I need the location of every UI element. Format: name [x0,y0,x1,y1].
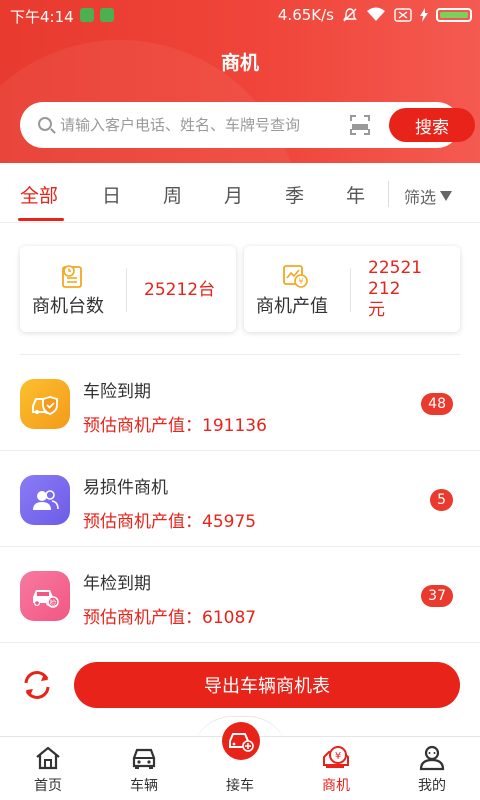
value-label: 商机产值 [256,296,328,317]
search-icon [38,117,52,131]
summary-card-value[interactable]: ¥ 商机产值 22521 212 元 [244,246,460,332]
search-input[interactable] [60,110,330,140]
list-item-wear-parts[interactable]: 易损件商机 预估商机产值：45975 5 [0,451,480,547]
list-item-title: 年检到期 [83,574,151,594]
list-item-annual-inspection[interactable]: 检 年检到期 预估商机产值：61087 37 [0,547,480,643]
list-item-insurance-expiry[interactable]: 车险到期 预估商机产值：191136 48 [0,355,480,451]
nav-vehicles[interactable]: 车辆 [96,737,192,800]
car-icon [132,748,156,769]
receive-car-icon[interactable] [222,722,260,760]
scan-icon[interactable] [350,115,370,135]
count-badge: 48 [421,393,453,415]
count-value: 25212台 [144,280,216,300]
opportunity-icon: ¥ [323,746,349,768]
card-divider [350,268,351,312]
card-divider [126,268,127,312]
svg-text:¥: ¥ [335,751,341,762]
status-right: 4.65K/s [278,6,472,24]
status-bar: 下午4:14 4.65K/s [0,0,480,32]
refresh-icon[interactable] [20,668,54,702]
tab-year[interactable]: 年 [346,181,365,208]
value-line: 元 [368,300,385,320]
nav-label: 接车 [226,778,254,794]
document-clock-icon [62,265,82,288]
value-line: 22521 [368,258,423,278]
list-item-title: 车险到期 [83,382,151,402]
export-button[interactable]: 导出车辆商机表 [74,662,460,708]
search-box[interactable]: 搜索 [20,102,475,148]
tab-all[interactable]: 全部 [20,181,58,208]
value-chart-icon: ¥ [283,265,308,288]
android-icon [100,8,114,22]
value-line: 212 [368,279,401,299]
count-label: 商机台数 [32,296,104,317]
nav-label: 首页 [34,778,62,794]
count-badge: 37 [421,585,453,607]
nav-opportunity[interactable]: ¥ 商机 [288,737,384,800]
list-item-subtitle: 预估商机产值：61087 [83,608,257,628]
nav-profile[interactable]: 我的 [384,737,480,800]
tab-season[interactable]: 季 [285,181,304,208]
users-icon [20,475,70,525]
search-button[interactable]: 搜索 [389,108,475,142]
nav-label: 我的 [418,778,446,794]
car-shield-icon [20,379,70,429]
svg-text:检: 检 [50,598,57,607]
list-item-title: 易损件商机 [83,478,168,498]
list-item-subtitle: 预估商机产值：191136 [83,416,267,436]
filter-triangle-icon [440,191,453,201]
notification-icon [80,8,94,22]
value-amount: 22521 212 元 [368,258,422,321]
tab-day[interactable]: 日 [102,181,121,208]
profile-icon [419,745,445,771]
period-tabs: 全部 日 周 月 季 年 筛选 [0,163,480,223]
summary-card-count[interactable]: 商机台数 25212台 [20,246,236,332]
nav-home[interactable]: 首页 [0,737,96,800]
filter-label: 筛选 [404,188,437,207]
home-icon [36,746,60,770]
main-content: 商机台数 25212台 ¥ 商机产值 22521 212 元 车险到期 预估商机… [0,224,480,736]
battery-icon [436,8,472,22]
mute-icon [343,8,357,22]
wifi-icon [367,7,385,21]
filter-button[interactable]: 筛选 [404,184,453,208]
header: 下午4:14 4.65K/s 商机 搜索 [0,0,480,163]
status-time: 下午4:14 [10,8,74,26]
charging-icon [420,8,428,22]
nav-label: 商机 [322,778,350,794]
count-badge: 5 [430,489,453,511]
network-speed: 4.65K/s [277,6,334,24]
tab-month[interactable]: 月 [224,181,243,208]
active-tab-indicator [18,218,64,221]
page-title: 商机 [220,52,259,74]
list-item-subtitle: 预估商机产值：45975 [83,512,257,532]
no-sim-icon [394,8,412,22]
tab-divider [388,181,389,207]
car-inspection-icon: 检 [20,571,70,621]
svg-text:¥: ¥ [298,277,303,286]
nav-label: 车辆 [130,778,158,794]
tab-week[interactable]: 周 [163,181,182,208]
